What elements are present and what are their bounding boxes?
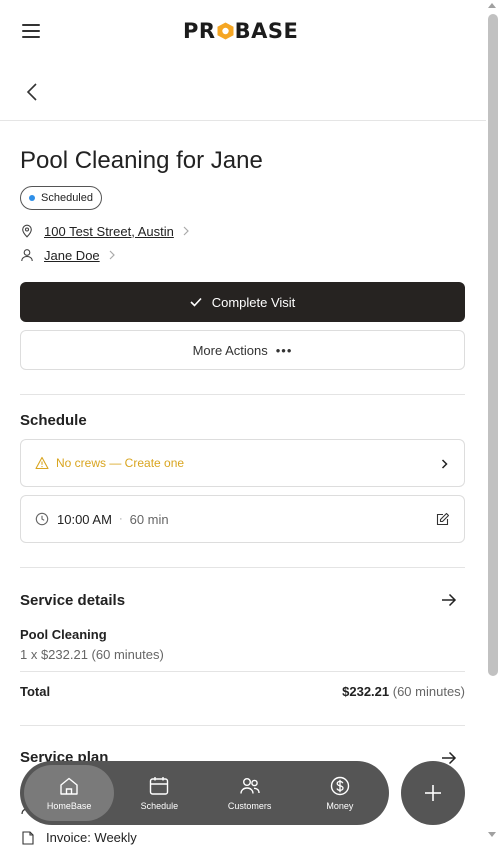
visit-duration: 60 min xyxy=(129,511,169,527)
checkmark-icon xyxy=(190,297,202,307)
customer-link[interactable]: Jane Doe xyxy=(44,248,100,263)
nav-label: Money xyxy=(326,801,354,811)
more-dots-icon: ••• xyxy=(275,342,293,358)
users-icon xyxy=(239,778,260,794)
address-row[interactable]: 100 Test Street, Austin xyxy=(20,221,190,241)
visit-time: 10:00 AM xyxy=(57,511,112,527)
top-bar: PR BASE xyxy=(0,0,486,64)
invoice-row: Invoice: Weekly xyxy=(22,830,137,845)
customer-row[interactable]: Jane Doe xyxy=(20,245,116,265)
calendar-icon xyxy=(150,777,169,795)
nav-item-money[interactable]: Money xyxy=(295,765,385,821)
nav-item-schedule[interactable]: Schedule xyxy=(114,765,204,821)
location-pin-icon xyxy=(22,224,32,238)
document-icon xyxy=(22,830,34,845)
total-minutes: (60 minutes) xyxy=(392,684,465,699)
page-title: Pool Cleaning for Jane xyxy=(20,147,263,174)
home-icon xyxy=(60,777,78,795)
status-badge: Scheduled xyxy=(20,186,102,210)
complete-visit-button[interactable]: Complete Visit xyxy=(20,282,465,322)
crew-warning-text: No crews — Create one xyxy=(56,456,185,470)
complete-visit-label: Complete Visit xyxy=(211,294,296,310)
status-label: Scheduled xyxy=(41,192,93,204)
nav-item-customers[interactable]: Customers xyxy=(205,765,295,821)
scroll-up-arrow[interactable] xyxy=(488,3,496,8)
nav-label: Customers xyxy=(227,801,272,811)
time-separator: · xyxy=(118,513,123,525)
back-row xyxy=(0,64,486,121)
divider xyxy=(20,725,465,726)
probase-logo[interactable]: PR BASE xyxy=(183,19,298,43)
edit-pencil-icon[interactable] xyxy=(435,512,450,527)
divider xyxy=(20,671,465,672)
total-amount: $232.21 xyxy=(342,684,390,699)
total-value: $232.21 (60 minutes) xyxy=(342,684,465,699)
scrollbar-thumb[interactable] xyxy=(488,14,498,676)
chevron-right-icon xyxy=(109,250,115,260)
dollar-icon xyxy=(330,776,350,796)
more-actions-button[interactable]: More Actions ••• xyxy=(20,330,465,370)
status-dot xyxy=(29,195,35,201)
add-button[interactable] xyxy=(401,761,465,825)
nav-label: Schedule xyxy=(140,801,179,811)
warning-triangle-icon xyxy=(35,456,49,470)
divider xyxy=(20,394,465,395)
total-label: Total xyxy=(20,684,51,699)
hexagon-logo-icon xyxy=(217,22,234,40)
arrow-right-icon[interactable] xyxy=(441,593,457,607)
chevron-right-icon xyxy=(441,459,448,469)
crew-warning-card[interactable]: No crews — Create one xyxy=(20,439,465,487)
person-icon xyxy=(21,249,33,262)
schedule-title: Schedule xyxy=(20,412,87,429)
back-chevron-icon[interactable] xyxy=(24,82,42,102)
scroll-down-arrow[interactable] xyxy=(488,832,496,837)
menu-icon[interactable] xyxy=(22,24,42,40)
service-item-price: 1 x $232.21 (60 minutes) xyxy=(20,647,164,662)
chevron-right-icon xyxy=(183,226,189,236)
visit-time-card[interactable]: 10:00 AM · 60 min xyxy=(20,495,465,543)
nav-label: HomeBase xyxy=(46,801,92,811)
invoice-frequency: Invoice: Weekly xyxy=(46,830,137,845)
clock-icon xyxy=(35,512,49,526)
bottom-nav: HomeBase Schedule Customers Money xyxy=(20,761,389,825)
more-actions-label: More Actions xyxy=(192,342,268,358)
logo-text-right: BASE xyxy=(234,19,299,43)
plus-icon xyxy=(425,785,441,801)
logo-text-left: PR xyxy=(183,19,216,43)
divider xyxy=(20,567,465,568)
nav-item-homebase[interactable]: HomeBase xyxy=(24,765,115,821)
service-details-title: Service details xyxy=(20,592,126,609)
address-link[interactable]: 100 Test Street, Austin xyxy=(44,224,174,239)
service-item-name: Pool Cleaning xyxy=(20,627,107,642)
